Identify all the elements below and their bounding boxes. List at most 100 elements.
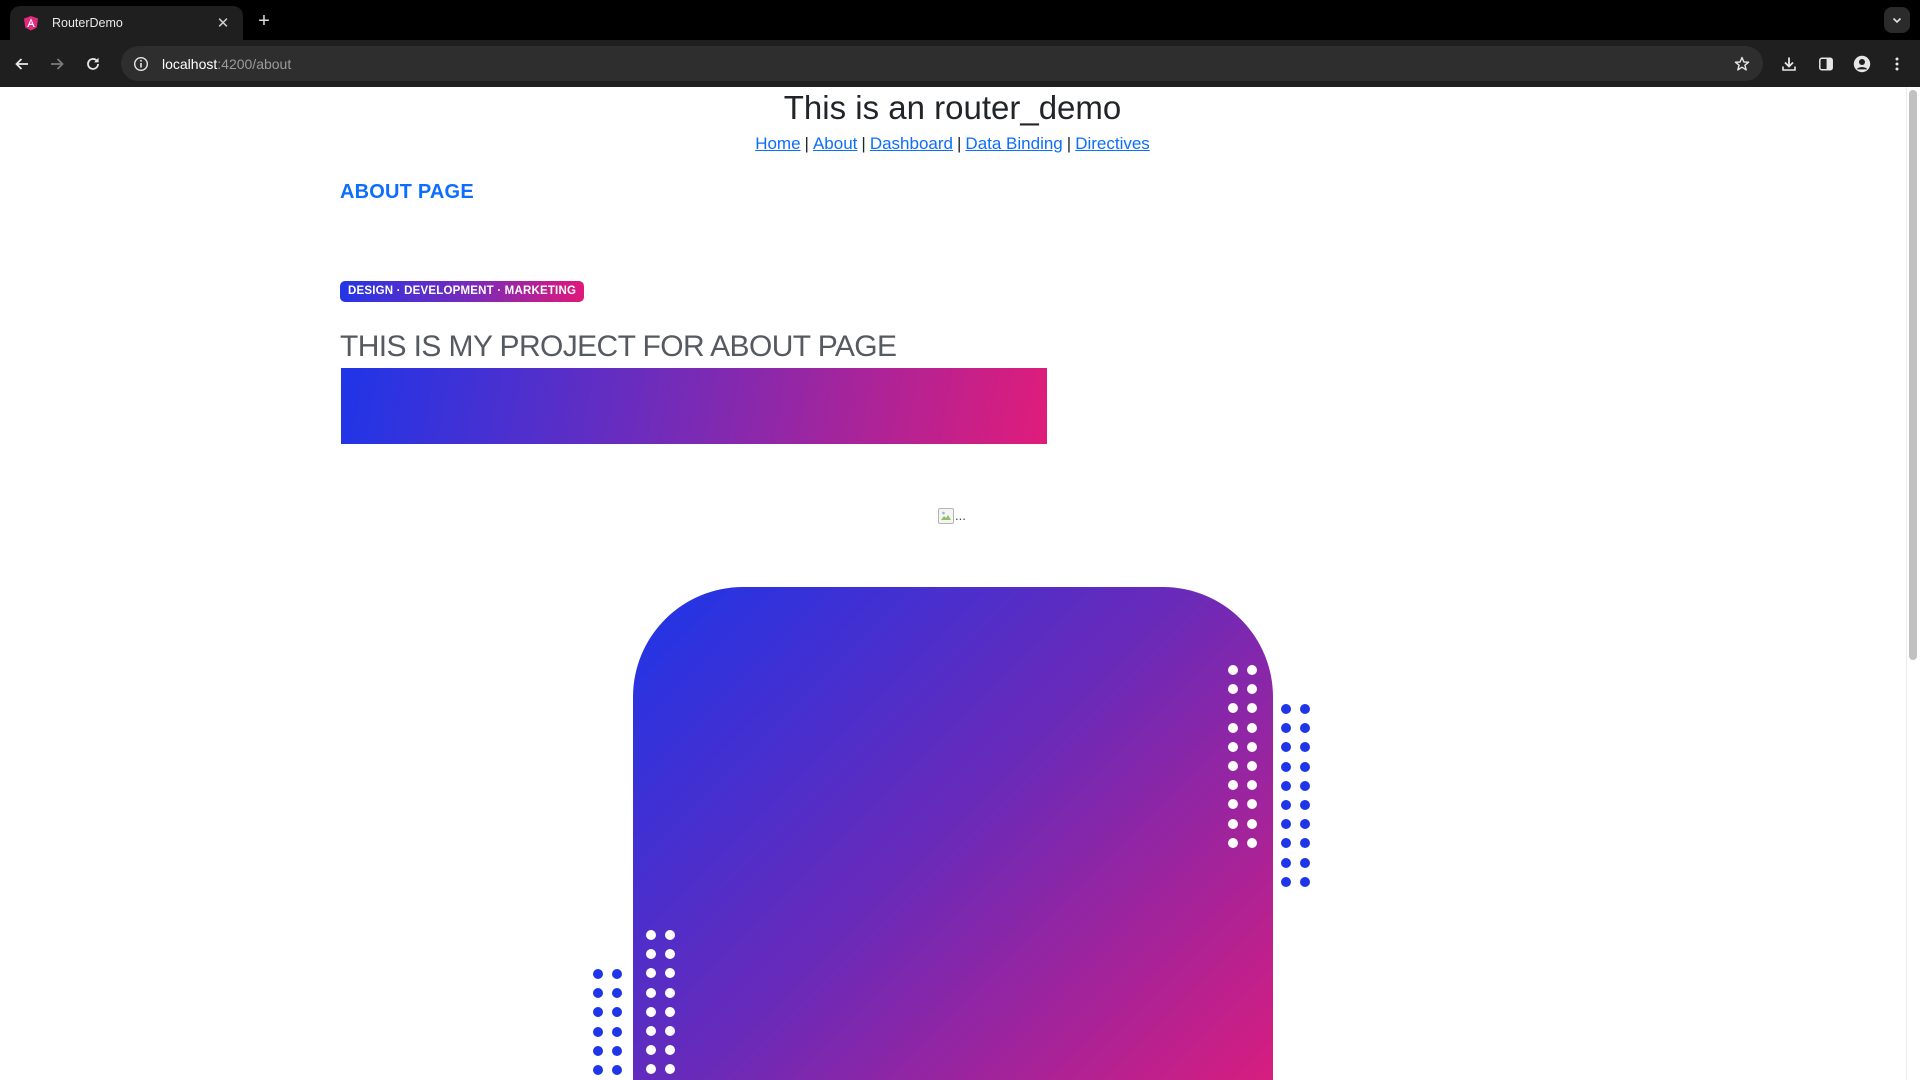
decorative-dot	[665, 930, 675, 940]
decorative-dot	[1281, 799, 1291, 810]
decorative-dot	[593, 1026, 603, 1037]
browser-toolbar: localhost:4200/about	[0, 40, 1920, 87]
decorative-dot	[1228, 665, 1238, 675]
page-viewport: This is an router_demo Home | About | Dashbo…	[0, 87, 1920, 1080]
decorative-dot	[1300, 780, 1310, 791]
arrow-right-icon[interactable]	[44, 51, 70, 77]
side-panel-icon[interactable]	[1813, 51, 1839, 77]
address-bar[interactable]: localhost:4200/about	[121, 46, 1763, 81]
decorative-dot	[1247, 741, 1257, 752]
nav-link-home[interactable]: Home	[755, 134, 800, 153]
decorative-dot	[612, 988, 622, 999]
decorative-dot	[646, 930, 656, 940]
profile-icon[interactable]	[1849, 51, 1875, 77]
decorative-dot	[665, 1064, 675, 1075]
decorative-dot	[1228, 799, 1238, 810]
decorative-dot	[1247, 722, 1257, 733]
decorative-dot	[1300, 876, 1310, 887]
decorative-dot	[1228, 780, 1238, 791]
decorative-dot	[1300, 799, 1310, 810]
decorative-dot	[1228, 684, 1238, 695]
decorative-dot	[593, 988, 603, 999]
decorative-dot	[1247, 780, 1257, 791]
decorative-dot	[646, 1025, 656, 1036]
url-text: localhost:4200/about	[162, 56, 291, 72]
decorative-dot-pattern	[1281, 704, 1310, 887]
kebab-menu-icon[interactable]	[1884, 51, 1910, 77]
decorative-dot	[1247, 684, 1257, 695]
scrollbar-thumb[interactable]	[1909, 90, 1917, 660]
decorative-dot	[1281, 838, 1291, 849]
broken-image-icon	[938, 508, 954, 524]
about-page-heading: ABOUT PAGE	[340, 181, 474, 203]
chevron-down-icon[interactable]	[1884, 7, 1910, 33]
decorative-dot	[665, 949, 675, 960]
decorative-dot	[1281, 876, 1291, 887]
decorative-dot	[1281, 723, 1291, 734]
decorative-dot	[1300, 819, 1310, 830]
angular-logo-icon	[22, 14, 40, 32]
decorative-dot	[1228, 818, 1238, 829]
decorative-dot	[612, 1007, 622, 1018]
decorative-dot	[1228, 837, 1238, 848]
nav-link-about[interactable]: About	[813, 134, 857, 153]
decorative-dot	[1300, 761, 1310, 772]
plus-icon[interactable]: +	[252, 9, 276, 33]
decorative-dot	[646, 1064, 656, 1075]
url-path: :4200/about	[217, 55, 292, 72]
decorative-dot	[1281, 857, 1291, 868]
arrow-left-icon[interactable]	[9, 51, 35, 77]
url-host: localhost	[162, 55, 218, 72]
decorative-dot	[665, 968, 675, 979]
decorative-dot	[1228, 703, 1238, 714]
decorative-dot	[1228, 722, 1238, 733]
tab-title: RouterDemo	[52, 16, 123, 30]
decorative-dot	[646, 987, 656, 998]
decorative-dot	[593, 1064, 603, 1075]
nav-separator: |	[957, 134, 962, 153]
decorative-dot	[646, 968, 656, 979]
decorative-dot	[1281, 742, 1291, 753]
decorative-dot	[1300, 723, 1310, 734]
hero-gradient-shape	[633, 587, 1273, 1080]
gradient-banner	[341, 368, 1047, 444]
browser-tab-strip: RouterDemo ✕ +	[0, 0, 1920, 40]
broken-image: ...	[938, 508, 968, 526]
close-icon[interactable]: ✕	[213, 13, 233, 33]
services-badge: DESIGN · DEVELOPMENT · MARKETING	[340, 281, 585, 302]
decorative-dot	[1281, 780, 1291, 791]
decorative-dot	[646, 1006, 656, 1017]
decorative-dot	[1281, 704, 1291, 714]
nav-link-directives[interactable]: Directives	[1075, 134, 1150, 153]
decorative-dot	[665, 1006, 675, 1017]
nav-link-dashboard[interactable]: Dashboard	[870, 134, 953, 153]
decorative-dot	[1228, 741, 1238, 752]
site-title: This is an router_demo	[783, 89, 1122, 126]
download-icon[interactable]	[1776, 51, 1802, 77]
info-icon[interactable]	[131, 54, 151, 74]
nav-link-data-binding[interactable]: Data Binding	[965, 134, 1062, 153]
decorative-dot	[1300, 857, 1310, 868]
image-alt-text: ...	[955, 508, 966, 523]
decorative-dot	[593, 969, 603, 979]
browser-tab[interactable]: RouterDemo ✕	[10, 6, 243, 40]
decorative-dot-pattern	[1228, 665, 1257, 848]
decorative-dot-pattern	[646, 930, 675, 1075]
nav-separator: |	[861, 134, 866, 153]
reload-icon[interactable]	[80, 51, 106, 77]
star-icon[interactable]	[1731, 53, 1753, 75]
page-scrollbar[interactable]	[1906, 87, 1920, 1080]
decorative-dot	[646, 1045, 656, 1056]
decorative-dot	[1300, 704, 1310, 714]
decorative-dot	[612, 1064, 622, 1075]
decorative-dot	[646, 949, 656, 960]
decorative-dot	[1281, 819, 1291, 830]
decorative-dot	[665, 1045, 675, 1056]
decorative-dot	[1281, 761, 1291, 772]
decorative-dot	[1228, 760, 1238, 771]
decorative-dot	[1300, 838, 1310, 849]
nav-separator: |	[1066, 134, 1072, 153]
decorative-dot	[1247, 703, 1257, 714]
project-heading: THIS IS MY PROJECT FOR ABOUT PAGE	[340, 330, 897, 363]
decorative-dot	[1247, 837, 1257, 848]
